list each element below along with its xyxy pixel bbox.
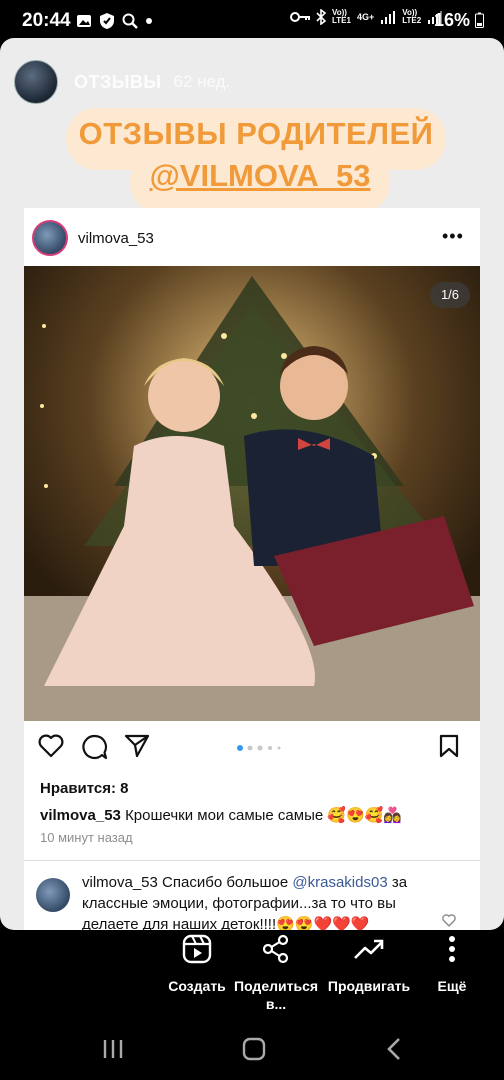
home-icon[interactable] [242, 1037, 266, 1061]
more-label: Ещё [437, 978, 467, 994]
share-button[interactable]: Поделиться в... [234, 930, 318, 1013]
battery-level: 16% [434, 10, 485, 31]
recent-apps-icon[interactable] [102, 1038, 124, 1060]
bluetooth-icon [316, 9, 326, 25]
create-button[interactable]: Создать [160, 930, 234, 995]
story-action-bar: Создать Поделиться в... Продвигать Ещё [0, 930, 504, 1020]
comment-like-icon[interactable] [442, 914, 456, 927]
comment-mention[interactable]: @krasakids03 [292, 874, 387, 891]
comment-username[interactable]: vilmova_53 [82, 874, 158, 891]
share-label: Поделиться в... [234, 978, 319, 1012]
carousel-counter: 1/6 [430, 282, 470, 308]
create-label: Создать [168, 978, 226, 994]
system-nav-bar [0, 1020, 504, 1080]
carousel-dots [237, 745, 281, 751]
more-button[interactable]: Ещё [428, 930, 476, 995]
battery-icon [475, 12, 485, 28]
story-card[interactable]: ОТЗЫВЫ 62 нед. ОТЗЫВЫ РОДИТЕЛЕЙ @VILMOVA… [0, 38, 504, 930]
headline-line-1: ОТЗЫВЫ РОДИТЕЛЕЙ [78, 116, 434, 151]
story-header: ОТЗЫВЫ 62 нед. [14, 60, 230, 104]
shared-post[interactable]: vilmova_53 ••• 1/6 Нравится: 8 vilmova_5… [24, 208, 480, 930]
post-time: 10 минут назад [40, 830, 133, 845]
share-send-icon[interactable] [124, 734, 150, 758]
post-header: vilmova_53 [32, 220, 154, 256]
comment-item: vilmova_53 Спасибо большое @krasakids03 … [36, 872, 476, 930]
promote-label: Продвигать [327, 978, 411, 994]
key-icon [290, 12, 310, 22]
like-heart-icon[interactable] [38, 734, 64, 758]
more-options-icon[interactable]: ••• [442, 226, 464, 247]
shield-icon [100, 13, 114, 29]
post-avatar[interactable] [32, 220, 68, 256]
notification-icons [76, 12, 153, 30]
more-vertical-icon [449, 936, 455, 962]
back-icon[interactable] [386, 1037, 402, 1061]
post-photo[interactable]: 1/6 [24, 266, 480, 721]
story-age: 62 нед. [173, 72, 231, 91]
network-4g-label: 4G+ [356, 12, 375, 22]
likes-count[interactable]: Нравится: 8 [40, 780, 129, 797]
post-caption: vilmova_53 Крошечки мои самые самые 🥰😍🥰👩… [40, 806, 402, 824]
post-actions [24, 730, 480, 766]
story-account-name[interactable]: ОТЗЫВЫ [74, 72, 162, 93]
divider [24, 860, 480, 861]
search-icon [122, 13, 138, 29]
share-icon [262, 934, 289, 964]
photo-illustration [24, 266, 480, 721]
promote-button[interactable]: Продвигать [326, 930, 412, 995]
caption-text: Крошечки мои самые самые 🥰😍🥰👩‍❤️‍👩 [125, 807, 403, 824]
signal-icon [381, 11, 396, 24]
volte1-label: Vo)) LTE1 [332, 8, 351, 25]
gallery-icon [77, 15, 91, 27]
system-icons: Vo)) LTE1 4G+ Vo)) LTE2 [290, 9, 443, 25]
comment-text: vilmova_53 Спасибо большое @krasakids03 … [82, 874, 408, 930]
clock: 20:44 [22, 10, 71, 31]
comment-icon[interactable] [82, 734, 108, 760]
trend-up-icon [354, 939, 384, 959]
reels-create-icon [182, 934, 212, 964]
bookmark-icon[interactable] [438, 734, 460, 758]
comment-avatar[interactable] [36, 878, 70, 912]
story-avatar[interactable] [14, 60, 58, 104]
dot-icon [146, 18, 152, 24]
post-username[interactable]: vilmova_53 [78, 230, 154, 247]
headline-line-2: @VILMOVA_53 [149, 158, 371, 193]
caption-username[interactable]: vilmova_53 [40, 807, 121, 824]
volte2-label: Vo)) LTE2 [402, 8, 422, 25]
